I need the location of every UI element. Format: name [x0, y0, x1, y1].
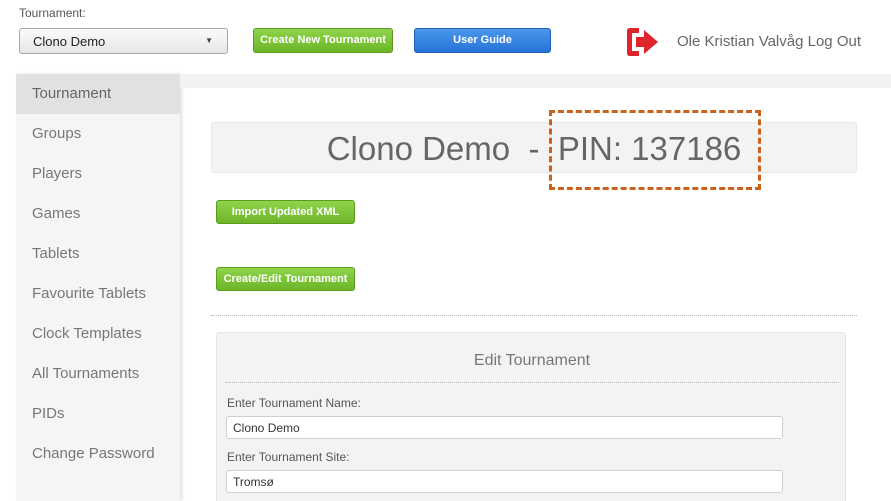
tournament-select-value: Clono Demo: [33, 34, 106, 49]
logout-link[interactable]: Log Out: [808, 33, 861, 50]
sign-out-icon[interactable]: [625, 27, 659, 57]
tournament-name-label: Enter Tournament Name:: [227, 396, 361, 410]
tournament-select[interactable]: Clono Demo ▼: [19, 28, 228, 54]
sidebar-item-clock-templates[interactable]: Clock Templates: [16, 314, 180, 354]
edit-tournament-panel: Edit Tournament Enter Tournament Name: E…: [216, 332, 846, 501]
chevron-down-icon: ▼: [205, 36, 213, 45]
sidebar-item-all-tournaments[interactable]: All Tournaments: [16, 354, 180, 394]
pin-highlight-box: [549, 110, 761, 190]
sidebar-item-groups[interactable]: Groups: [16, 114, 180, 154]
sidebar: Tournament Groups Players Games Tablets …: [16, 74, 180, 501]
sidebar-item-favourite-tablets[interactable]: Favourite Tablets: [16, 274, 180, 314]
edit-panel-title: Edit Tournament: [473, 352, 591, 369]
content-header-strip: [180, 74, 891, 88]
tournament-select-label: Tournament:: [19, 6, 86, 20]
import-xml-button[interactable]: Import Updated XML: [216, 200, 355, 224]
create-new-tournament-button[interactable]: Create New Tournament: [253, 28, 393, 53]
section-divider: [211, 315, 857, 316]
tournament-site-input[interactable]: [226, 470, 783, 493]
tournament-site-label: Enter Tournament Site:: [227, 450, 350, 464]
sidebar-item-change-password[interactable]: Change Password: [16, 434, 180, 474]
user-guide-button[interactable]: User Guide: [414, 28, 551, 53]
tournament-name-input[interactable]: [226, 416, 783, 439]
tournament-title: Clono Demo: [326, 130, 511, 167]
sidebar-item-tablets[interactable]: Tablets: [16, 234, 180, 274]
sidebar-item-tournament[interactable]: Tournament: [16, 74, 180, 114]
user-name: Ole Kristian Valvåg: [677, 33, 804, 50]
sidebar-item-pids[interactable]: PIDs: [16, 394, 180, 434]
sidebar-item-players[interactable]: Players: [16, 154, 180, 194]
user-info: Ole Kristian Valvåg Log Out: [677, 33, 861, 50]
sidebar-item-games[interactable]: Games: [16, 194, 180, 234]
edit-panel-divider: [225, 382, 839, 383]
create-edit-tournament-button[interactable]: Create/Edit Tournament: [216, 267, 355, 291]
title-separator: -: [528, 130, 540, 167]
